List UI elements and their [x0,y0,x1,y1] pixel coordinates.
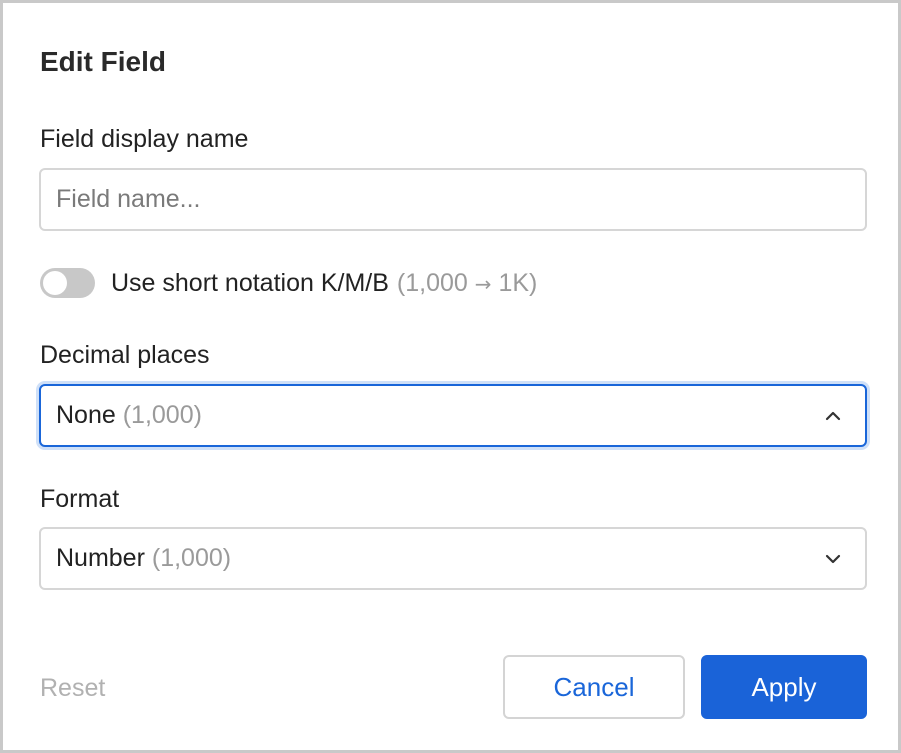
decimal-places-selected: None [56,401,116,429]
format-example: (1,000) [151,544,232,572]
edit-field-dialog: Edit Field Field display name Use short … [0,0,901,753]
decimal-places-label: Decimal places [40,341,210,369]
chevron-down-icon [822,548,844,570]
decimal-places-value: None (1,000) [56,401,822,430]
format-label: Format [40,485,120,513]
toggle-knob [43,271,67,295]
short-notation-toggle[interactable] [40,268,95,298]
short-notation-hint: (1,000 → 1K) [397,269,537,297]
hint-example-close: 1K) [498,268,538,297]
chevron-up-icon [822,405,844,427]
display-name-label: Field display name [40,125,249,153]
reset-button[interactable]: Reset [24,667,121,709]
short-notation-text: Use short notation K/M/B [111,268,389,297]
format-select[interactable]: Number (1,000) [39,527,867,590]
decimal-places-select[interactable]: None (1,000) [39,384,867,447]
dialog-title: Edit Field [40,46,166,77]
cancel-button[interactable]: Cancel [503,655,685,719]
hint-example-open: (1,000 [396,268,468,297]
apply-button[interactable]: Apply [701,655,867,719]
format-value: Number (1,000) [56,544,822,573]
short-notation-row: Use short notation K/M/B (1,000 → 1K) [40,265,537,301]
arrow-right-icon: → [474,271,492,296]
format-selected: Number [56,544,145,572]
short-notation-label: Use short notation K/M/B (1,000 → 1K) [111,269,537,298]
display-name-input[interactable] [39,168,867,231]
decimal-places-example: (1,000) [122,401,202,429]
